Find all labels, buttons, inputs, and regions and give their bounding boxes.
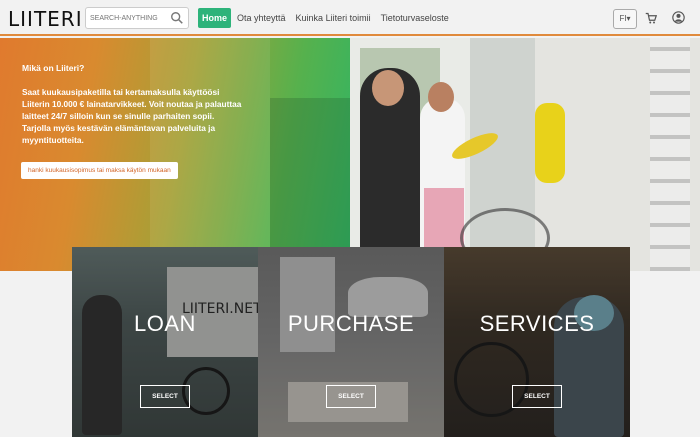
main-nav: Home Ota yhteyttä Kuinka Liiteri toimii … — [198, 8, 455, 28]
hero-banner: Mikä on Liiteri? Saat kuukausipaketilla … — [0, 38, 700, 271]
tile-services-title: SERVICES — [479, 311, 595, 336]
hero-heading: Mikä on Liiteri? — [22, 63, 85, 73]
purchase-select-button[interactable]: SELECT — [326, 385, 376, 408]
services-select-button[interactable]: SELECT — [512, 385, 562, 408]
category-tiles: LIITERI.NET LOAN SELECT PURCHASE SELECT … — [72, 247, 630, 437]
language-selector[interactable]: FI▾ — [613, 9, 637, 29]
logo[interactable]: LIITERI — [8, 7, 83, 31]
nav-privacy[interactable]: Tietoturvaseloste — [377, 8, 453, 28]
hero-text: Mikä on Liiteri? Saat kuukausipaketilla … — [22, 62, 242, 146]
nav-contact[interactable]: Ota yhteyttä — [233, 8, 290, 28]
hero-body: Saat kuukausipaketilla tai kertamaksulla… — [22, 87, 242, 145]
top-navbar: LIITERI Home Ota yhteyttä Kuinka Liiteri… — [0, 0, 700, 36]
hero-photo — [350, 38, 700, 271]
user-icon[interactable] — [672, 11, 685, 24]
cart-icon[interactable] — [645, 12, 657, 24]
nav-home[interactable]: Home — [198, 8, 232, 28]
search-box[interactable] — [85, 7, 189, 29]
search-input[interactable] — [90, 11, 168, 26]
loan-select-button[interactable]: SELECT — [140, 385, 190, 408]
tile-loan[interactable]: LIITERI.NET LOAN SELECT — [72, 247, 258, 437]
tile-purchase-title: PURCHASE — [287, 311, 415, 336]
tile-purchase[interactable]: PURCHASE SELECT — [258, 247, 444, 437]
tile-services[interactable]: SERVICES SELECT — [444, 247, 630, 437]
tile-loan-title: LOAN — [134, 311, 196, 336]
nav-how-it-works[interactable]: Kuinka Liiteri toimii — [292, 8, 375, 28]
subscribe-button[interactable]: hanki kuukausisopimus tai maksa käytön m… — [21, 162, 178, 179]
search-icon[interactable] — [170, 11, 184, 25]
